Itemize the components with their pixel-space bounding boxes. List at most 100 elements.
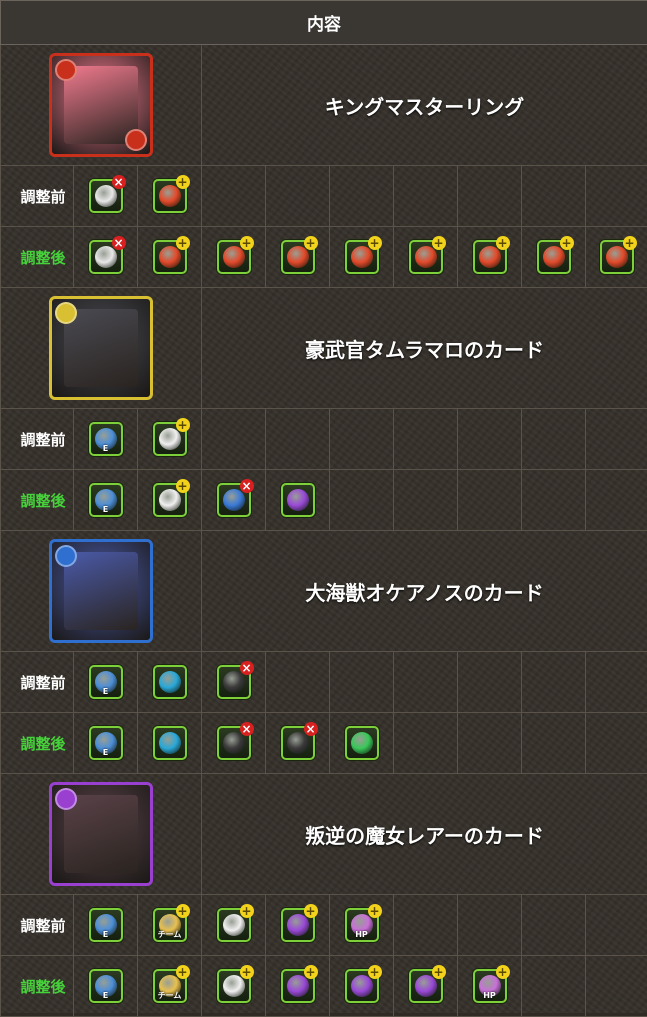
before-adjustment-row: 調整前E×: [1, 652, 647, 713]
awakening-cell: +: [330, 227, 394, 288]
fire-orb-plus-icon[interactable]: +: [153, 179, 187, 213]
dark-orb-plus-icon[interactable]: +: [409, 969, 443, 1003]
cross-badge-icon: ×: [112, 236, 126, 250]
awakening-cell: [586, 470, 647, 531]
awakening-cell: [266, 470, 330, 531]
after-adjustment-row: 調整後E××: [1, 713, 647, 774]
extend-time-plus-icon[interactable]: +: [153, 483, 187, 517]
skill-boost-icon[interactable]: E: [89, 726, 123, 760]
before-adjustment-row: 調整前Eチーム+++HP+: [1, 895, 647, 956]
fire-orb-plus-icon[interactable]: +: [345, 240, 379, 274]
awakening-cell: [458, 895, 522, 956]
plus-badge-icon: +: [496, 965, 510, 979]
skill-text: HP: [347, 930, 377, 939]
awakening-cell: [330, 713, 394, 774]
dark-orb-plus-icon[interactable]: +: [281, 969, 315, 1003]
dark-orb-hp-plus-icon[interactable]: HP+: [345, 908, 379, 942]
item-row: 叛逆の魔女レアーのカード: [1, 774, 647, 895]
skill-text: E: [91, 991, 121, 1000]
awakening-cell: +: [202, 895, 266, 956]
cross-badge-icon: ×: [112, 175, 126, 189]
awakening-cell: [330, 652, 394, 713]
fire-orb-plus-icon[interactable]: +: [217, 240, 251, 274]
sea-beast-card-portrait[interactable]: [49, 539, 153, 643]
extend-time-plus-icon[interactable]: +: [217, 908, 251, 942]
awakening-cell: E: [74, 895, 138, 956]
fire-orb-plus-icon[interactable]: +: [537, 240, 571, 274]
skill-boost-icon[interactable]: E: [89, 422, 123, 456]
portrait-cell: [1, 45, 202, 166]
awakening-cell: [458, 470, 522, 531]
skill-boost-icon[interactable]: E: [89, 969, 123, 1003]
awakening-cell: HP +: [330, 895, 394, 956]
dark-orb-plus-icon[interactable]: +: [281, 908, 315, 942]
awakening-cell: [330, 470, 394, 531]
blind-resist-cross-icon[interactable]: ×: [217, 726, 251, 760]
skill-glyph: [159, 671, 181, 693]
awakening-cell: [266, 652, 330, 713]
after-adjustment-row: 調整後×++++++++: [1, 227, 647, 288]
fire-orb-plus-icon[interactable]: +: [153, 240, 187, 274]
skill-boost-icon[interactable]: E: [89, 665, 123, 699]
skill-boost-icon[interactable]: E: [89, 483, 123, 517]
after-label: 調整後: [1, 956, 74, 1017]
bind-resist-cross-icon[interactable]: ×: [89, 240, 123, 274]
content-table: 内容 キングマスターリング調整前×+調整後×++++++++豪武官タムラマロのカ…: [0, 0, 647, 1017]
blind-resist-cross-icon[interactable]: ×: [281, 726, 315, 760]
fire-orb-plus-icon[interactable]: +: [281, 240, 315, 274]
dual-attack-icon[interactable]: [153, 726, 187, 760]
blind-resist-cross-icon[interactable]: ×: [217, 665, 251, 699]
content-table-wrapper: 内容 キングマスターリング調整前×+調整後×++++++++豪武官タムラマロのカ…: [0, 0, 647, 1013]
awakening-cell: +: [138, 166, 202, 227]
skill-glyph: [351, 732, 373, 754]
portrait-cell: [1, 531, 202, 652]
extend-time-plus-icon[interactable]: +: [217, 969, 251, 1003]
cross-badge-icon: ×: [240, 479, 254, 493]
portrait-cell: [1, 774, 202, 895]
awakening-cell: E: [74, 652, 138, 713]
fire-orb-plus-icon[interactable]: +: [600, 240, 634, 274]
plus-badge-icon: +: [560, 236, 574, 250]
bind-resist-cross-icon[interactable]: ×: [89, 179, 123, 213]
dual-attack-icon[interactable]: [153, 665, 187, 699]
warrior-card-portrait[interactable]: [49, 296, 153, 400]
extend-time-plus-icon[interactable]: +: [153, 422, 187, 456]
skill-bind-resist-icon[interactable]: ×: [217, 483, 251, 517]
plus-badge-icon: +: [176, 904, 190, 918]
plus-badge-icon: +: [368, 904, 382, 918]
awakening-cell: [586, 895, 647, 956]
team-boost-plus-icon[interactable]: チーム+: [153, 969, 187, 1003]
fire-orb-plus-icon[interactable]: +: [473, 240, 507, 274]
team-boost-plus-icon[interactable]: チーム+: [153, 908, 187, 942]
awakening-cell: E: [74, 956, 138, 1017]
plus-badge-icon: +: [496, 236, 510, 250]
skill-text: HP: [475, 991, 505, 1000]
before-adjustment-row: 調整前 × +: [1, 166, 647, 227]
awakening-cell: E: [74, 409, 138, 470]
awakening-cell: チーム+: [138, 895, 202, 956]
fire-orb-plus-icon[interactable]: +: [409, 240, 443, 274]
witch-card-portrait[interactable]: [49, 782, 153, 886]
after-adjustment-row: 調整後E+×: [1, 470, 647, 531]
dark-combo-icon[interactable]: [281, 483, 315, 517]
dark-orb-plus-icon[interactable]: +: [345, 969, 379, 1003]
dark-orb-hp-plus-icon[interactable]: HP+: [473, 969, 507, 1003]
awakening-cell: +: [266, 956, 330, 1017]
awakening-cell: +: [458, 227, 522, 288]
before-label: 調整前: [1, 166, 74, 227]
plus-badge-icon: +: [176, 175, 190, 189]
awakening-cell: [458, 713, 522, 774]
before-label: 調整前: [1, 895, 74, 956]
awakening-cell: [330, 166, 394, 227]
pink-king-blob-portrait[interactable]: [49, 53, 153, 157]
wood-combo-icon[interactable]: [345, 726, 379, 760]
awakening-cell: +: [330, 956, 394, 1017]
awakening-cell: +: [522, 227, 586, 288]
awakening-cell: [266, 166, 330, 227]
plus-badge-icon: +: [240, 965, 254, 979]
plus-badge-icon: +: [304, 965, 318, 979]
attribute-orb-icon: [55, 545, 77, 567]
skill-boost-icon[interactable]: E: [89, 908, 123, 942]
awakening-cell: [586, 652, 647, 713]
awakening-cell: [522, 166, 586, 227]
